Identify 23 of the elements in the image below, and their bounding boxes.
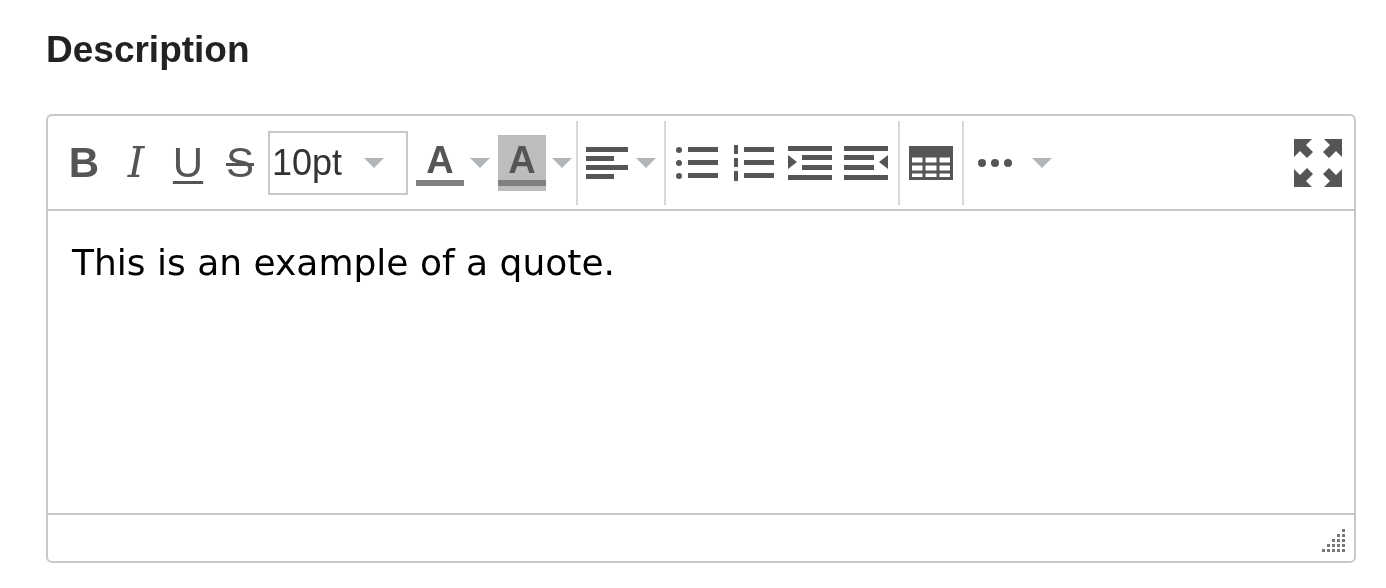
text-color-button[interactable]: A (416, 132, 490, 193)
caret-icon (470, 157, 490, 168)
caret-icon (552, 157, 572, 168)
underline-button[interactable]: U (162, 136, 214, 189)
strikethrough-button[interactable]: S (214, 136, 266, 189)
indent-icon (788, 144, 832, 181)
more-icon (978, 158, 1012, 167)
caret-icon (636, 157, 656, 168)
font-size-select[interactable]: 10pt (268, 130, 408, 195)
align-left-icon (586, 144, 630, 181)
outdent-icon (844, 144, 888, 181)
field-label: Description (46, 28, 250, 72)
caret-icon (1032, 157, 1052, 168)
table-icon (909, 145, 953, 180)
resize-handle-icon[interactable] (1320, 527, 1346, 553)
caret-icon (364, 157, 385, 168)
fullscreen-icon (1294, 138, 1342, 187)
editor-content[interactable]: This is an example of a quote. (48, 211, 1354, 513)
italic-button[interactable]: I (110, 136, 162, 189)
numbered-list-icon (732, 144, 776, 181)
fullscreen-button[interactable] (1292, 136, 1344, 189)
bold-button[interactable]: B (58, 136, 110, 189)
bullet-list-icon (676, 144, 720, 181)
